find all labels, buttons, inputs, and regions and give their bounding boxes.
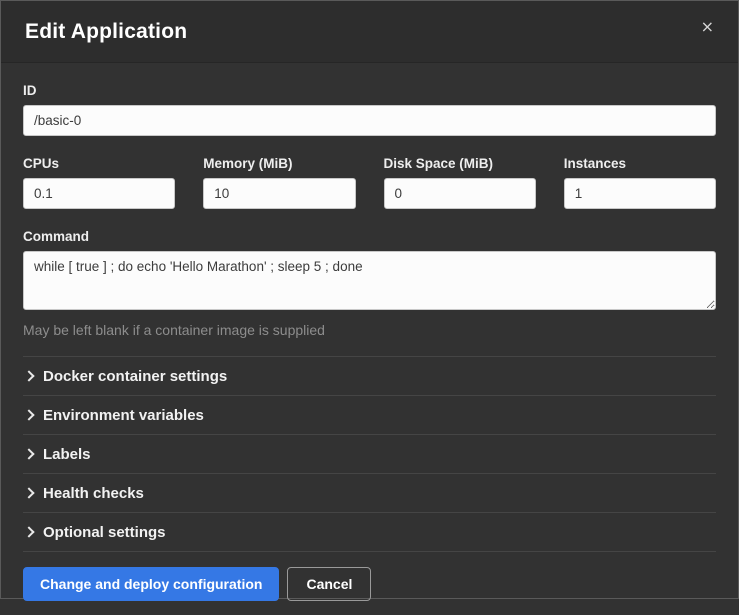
- section-docker-container-settings[interactable]: Docker container settings: [23, 357, 716, 396]
- chevron-right-icon: [23, 487, 34, 498]
- section-label: Environment variables: [43, 407, 204, 424]
- memory-field-group: Memory (MiB): [203, 156, 355, 209]
- modal-footer: Change and deploy configuration Cancel: [1, 552, 738, 615]
- chevron-right-icon: [23, 370, 34, 381]
- close-icon[interactable]: ×: [697, 15, 718, 39]
- id-input[interactable]: [23, 105, 716, 136]
- modal-body: ID CPUs Memory (MiB) Disk Space (MiB) In…: [1, 63, 738, 552]
- instances-field-group: Instances: [564, 156, 716, 209]
- chevron-right-icon: [23, 448, 34, 459]
- command-textarea[interactable]: while [ true ] ; do echo 'Hello Marathon…: [23, 251, 716, 310]
- section-health-checks[interactable]: Health checks: [23, 474, 716, 513]
- chevron-right-icon: [23, 526, 34, 537]
- cpus-field-group: CPUs: [23, 156, 175, 209]
- memory-input[interactable]: [203, 178, 355, 209]
- id-field-label: ID: [23, 83, 716, 98]
- section-label: Labels: [43, 446, 91, 463]
- chevron-right-icon: [23, 409, 34, 420]
- change-and-deploy-button[interactable]: Change and deploy configuration: [23, 567, 279, 601]
- cpus-input[interactable]: [23, 178, 175, 209]
- cpus-field-label: CPUs: [23, 156, 175, 171]
- memory-field-label: Memory (MiB): [203, 156, 355, 171]
- command-field-label: Command: [23, 229, 716, 244]
- cancel-button[interactable]: Cancel: [287, 567, 371, 601]
- section-labels[interactable]: Labels: [23, 435, 716, 474]
- command-field-group: Command while [ true ] ; do echo 'Hello …: [23, 229, 716, 338]
- section-label: Optional settings: [43, 524, 166, 541]
- section-optional-settings[interactable]: Optional settings: [23, 513, 716, 552]
- edit-application-modal: Edit Application × ID CPUs Memory (MiB) …: [0, 0, 739, 599]
- disk-field-group: Disk Space (MiB): [384, 156, 536, 209]
- instances-field-label: Instances: [564, 156, 716, 171]
- instances-input[interactable]: [564, 178, 716, 209]
- command-help-text: May be left blank if a container image i…: [23, 322, 716, 338]
- disk-field-label: Disk Space (MiB): [384, 156, 536, 171]
- modal-title: Edit Application: [25, 20, 187, 44]
- id-field-group: ID: [23, 83, 716, 136]
- section-environment-variables[interactable]: Environment variables: [23, 396, 716, 435]
- modal-header: Edit Application ×: [1, 1, 738, 63]
- resource-fields-row: CPUs Memory (MiB) Disk Space (MiB) Insta…: [23, 156, 716, 209]
- section-label: Health checks: [43, 485, 144, 502]
- section-label: Docker container settings: [43, 368, 227, 385]
- disk-input[interactable]: [384, 178, 536, 209]
